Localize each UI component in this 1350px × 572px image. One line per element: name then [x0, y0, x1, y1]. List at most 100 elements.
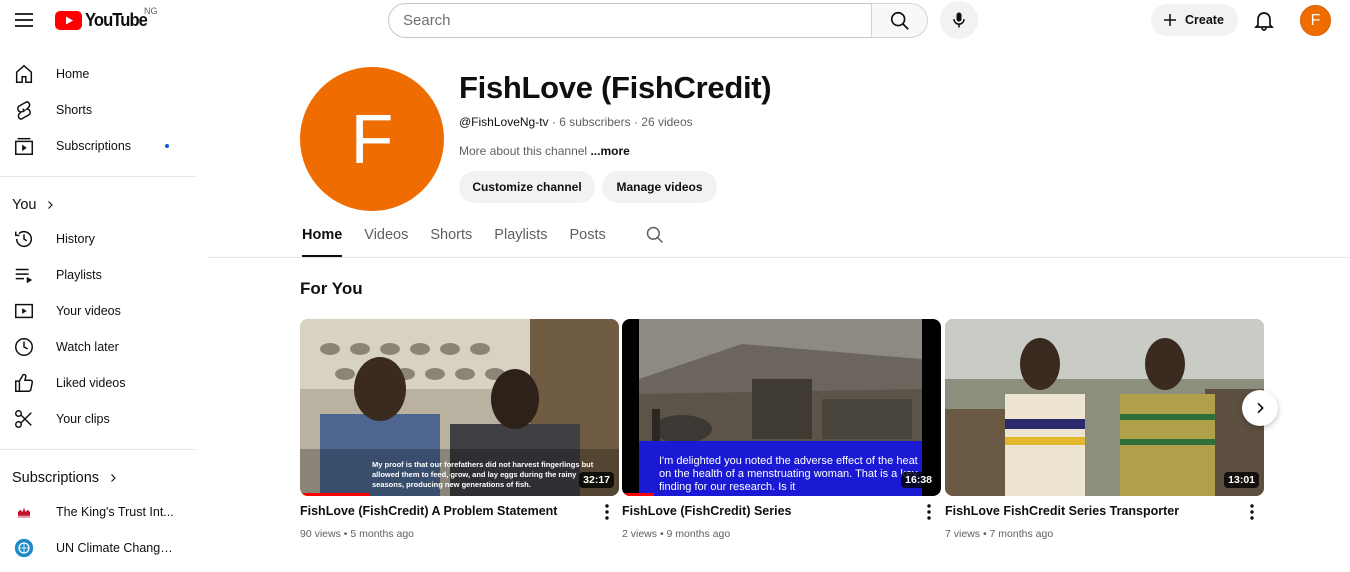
video-card: 13:01 FishLove FishCredit Series Transpo…: [945, 319, 1264, 540]
more-actions-icon[interactable]: [1245, 503, 1259, 521]
sidebar-item-subscriptions[interactable]: Subscriptions: [0, 128, 195, 164]
chevron-right-icon: [107, 472, 119, 484]
channel-meta: @FishLoveNg-tv · 6 subscribers · 26 vide…: [459, 115, 693, 129]
sidebar-divider: [0, 449, 195, 450]
manage-videos-button[interactable]: Manage videos: [602, 171, 717, 203]
video-thumbnail[interactable]: My proof is that our forefathers did not…: [300, 319, 619, 496]
sidebar-item-label: Watch later: [56, 340, 119, 354]
watch-later-icon: [12, 335, 36, 359]
channel-name: FishLove (FishCredit): [459, 70, 772, 105]
subscriptions-icon: [12, 134, 36, 158]
sidebar-item-your-videos[interactable]: Your videos: [0, 293, 195, 329]
video-meta: 7 views • 7 months ago: [945, 528, 1264, 540]
history-icon: [12, 227, 36, 251]
channel-about-link[interactable]: More about this channel ...more: [459, 144, 630, 158]
video-thumbnail[interactable]: I'm delighted you noted the adverse effe…: [622, 319, 941, 496]
video-meta: 2 views • 9 months ago: [622, 528, 941, 540]
thumbs-up-icon: [12, 371, 36, 395]
channel-handle: @FishLoveNg-tv: [459, 115, 549, 129]
youtube-play-icon: [55, 10, 82, 30]
more-link: ...more: [590, 144, 630, 158]
shorts-icon: [12, 98, 36, 122]
meta-dot: •: [982, 528, 990, 540]
video-duration: 32:17: [579, 472, 614, 488]
subscriber-count: 6 subscribers: [559, 115, 631, 129]
video-age: 9 months ago: [666, 528, 731, 540]
account-avatar[interactable]: F: [1300, 5, 1331, 36]
notifications-bell-icon[interactable]: [1252, 8, 1276, 32]
sidebar-item-label: UN Climate Change...: [56, 541, 176, 555]
customize-channel-button[interactable]: Customize channel: [459, 171, 595, 203]
video-thumbnail[interactable]: 13:01: [945, 319, 1264, 496]
channel-tabs: Home Videos Shorts Playlists Posts: [302, 220, 628, 257]
sidebar-item-label: Your clips: [56, 412, 110, 426]
tabs-divider: [207, 257, 1350, 258]
video-title[interactable]: FishLove FishCredit Series Transporter: [945, 504, 1235, 518]
sidebar-item-label: Your videos: [56, 304, 121, 318]
video-title[interactable]: FishLove (FishCredit) A Problem Statemen…: [300, 504, 590, 518]
voice-search-button[interactable]: [940, 1, 978, 39]
sidebar-item-label: Subscriptions: [56, 139, 132, 153]
sidebar-item-home[interactable]: Home: [0, 56, 195, 92]
sidebar-subscriptions-heading[interactable]: Subscriptions: [0, 462, 195, 494]
meta-separator: ·: [630, 115, 642, 129]
search-icon: [890, 11, 909, 30]
sidebar-subscription-kings-trust[interactable]: The King's Trust Int...: [0, 494, 195, 530]
sidebar-item-watch-later[interactable]: Watch later: [0, 329, 195, 365]
more-actions-icon[interactable]: [600, 503, 614, 521]
sidebar-item-label: Shorts: [56, 103, 93, 117]
tab-playlists[interactable]: Playlists: [494, 220, 547, 257]
video-age: 5 months ago: [350, 528, 415, 540]
channel-search-icon[interactable]: [645, 225, 665, 245]
about-text: More about this channel: [459, 144, 588, 158]
video-caption-text: I'm delighted you noted the adverse effe…: [639, 441, 922, 496]
video-views: 2 views: [622, 528, 658, 540]
channel-avatar: F: [300, 67, 444, 211]
video-duration: 16:38: [901, 472, 936, 488]
watch-progress-bar: [622, 493, 654, 496]
sidebar: Home Shorts Subscriptions You History Pl…: [0, 56, 195, 566]
sidebar-item-label: The King's Trust Int...: [56, 505, 174, 519]
video-title[interactable]: FishLove (FishCredit) Series: [622, 504, 912, 518]
sidebar-item-shorts[interactable]: Shorts: [0, 92, 195, 128]
sidebar-item-playlists[interactable]: Playlists: [0, 257, 195, 293]
subscriptions-heading-label: Subscriptions: [12, 470, 100, 486]
sidebar-item-liked-videos[interactable]: Liked videos: [0, 365, 195, 401]
thumbnail-image: [945, 319, 1264, 496]
tab-home[interactable]: Home: [302, 220, 343, 257]
sidebar-subscription-un-climate[interactable]: UN Climate Change...: [0, 530, 195, 566]
playlists-icon: [12, 263, 36, 287]
sidebar-item-label: History: [56, 232, 95, 246]
video-card: I'm delighted you noted the adverse effe…: [622, 319, 941, 540]
your-videos-icon: [12, 299, 36, 323]
un-climate-channel-icon: [12, 536, 36, 560]
plus-icon: [1164, 14, 1176, 26]
video-age: 7 months ago: [989, 528, 1054, 540]
you-heading-label: You: [12, 197, 37, 213]
sidebar-item-label: Playlists: [56, 268, 102, 282]
watch-progress-bar: [300, 493, 371, 496]
video-meta: 90 views • 5 months ago: [300, 528, 619, 540]
video-card: My proof is that our forefathers did not…: [300, 319, 619, 540]
sidebar-item-your-clips[interactable]: Your clips: [0, 401, 195, 437]
tab-videos[interactable]: Videos: [364, 220, 408, 257]
tab-posts[interactable]: Posts: [569, 220, 605, 257]
search-button[interactable]: [871, 3, 928, 38]
sidebar-item-label: Home: [56, 67, 90, 81]
logo-text: YouTube: [85, 9, 148, 30]
meta-separator: ·: [548, 115, 560, 129]
video-caption-text: My proof is that our forefathers did not…: [372, 460, 594, 489]
hamburger-menu-icon[interactable]: [12, 8, 36, 32]
search-bar: [388, 3, 928, 38]
more-actions-icon[interactable]: [922, 503, 936, 521]
sidebar-you-heading[interactable]: You: [0, 189, 195, 221]
sidebar-item-history[interactable]: History: [0, 221, 195, 257]
create-button[interactable]: Create: [1151, 4, 1238, 36]
search-input[interactable]: [388, 3, 871, 38]
sidebar-item-label: Liked videos: [56, 376, 126, 390]
tab-shorts[interactable]: Shorts: [430, 220, 472, 257]
chevron-right-icon: [1257, 402, 1264, 414]
video-count: 26 videos: [641, 115, 693, 129]
youtube-logo[interactable]: YouTube: [55, 9, 152, 31]
carousel-next-button[interactable]: [1242, 390, 1278, 426]
